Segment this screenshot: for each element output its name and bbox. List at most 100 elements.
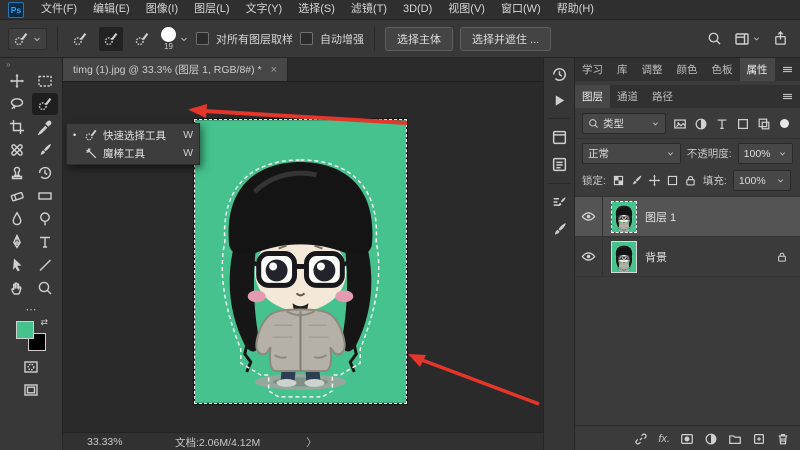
menu-image[interactable]: 图像(I) [138,0,186,19]
auto-enhance-checkbox[interactable] [300,32,313,45]
blend-mode-dropdown[interactable]: 正常 [582,143,681,164]
filter-type-layers-icon[interactable] [715,117,729,131]
filter-adjustment-layers-icon[interactable] [694,117,708,131]
tool-preset-picker[interactable] [8,28,47,50]
select-subject-button[interactable]: 选择主体 [385,27,453,51]
flyout-item-magic-wand[interactable]: 魔棒工具 W [67,144,199,162]
gradient-tool[interactable] [32,185,58,207]
panel-menu-icon[interactable] [781,90,800,103]
menu-view[interactable]: 视图(V) [440,0,493,19]
dodge-tool[interactable] [32,208,58,230]
brush-size-picker[interactable]: 19 [161,27,189,51]
tab-paths[interactable]: 路径 [645,85,680,108]
paragraph-panel-icon[interactable] [551,156,568,173]
new-selection-button[interactable] [68,27,92,51]
menu-layer[interactable]: 图层(L) [186,0,237,19]
fill-dropdown[interactable]: 100% [733,170,791,191]
tab-layers[interactable]: 图层 [575,85,610,108]
flyout-item-quick-selection[interactable]: • 快速选择工具 W [67,126,199,144]
share-icon[interactable] [773,31,788,46]
new-layer-icon[interactable] [752,432,766,446]
layer-name[interactable]: 背景 [645,249,667,265]
brushes-panel-icon[interactable] [551,221,568,238]
hand-tool[interactable] [4,277,30,299]
tab-color[interactable]: 颜色 [670,58,705,81]
layer-row-layer1[interactable]: 图层 1 [575,197,800,237]
character-panel-icon[interactable] [551,129,568,146]
add-to-selection-button[interactable] [99,27,123,51]
tab-libraries[interactable]: 库 [610,58,635,81]
blur-tool[interactable] [4,208,30,230]
close-icon[interactable]: × [271,64,277,76]
tab-learn[interactable]: 学习 [575,58,610,81]
menu-3d[interactable]: 3D(D) [395,0,440,19]
menu-select[interactable]: 选择(S) [290,0,343,19]
layer-thumbnail[interactable] [612,202,636,232]
menu-window[interactable]: 窗口(W) [493,0,549,19]
screen-mode-button[interactable] [23,382,39,398]
link-layers-icon[interactable] [634,432,648,446]
menu-help[interactable]: 帮助(H) [549,0,602,19]
lock-pixels-icon[interactable] [630,174,643,187]
tab-swatches[interactable]: 色板 [705,58,740,81]
search-icon[interactable] [707,31,722,46]
toolbar-collapse-handle[interactable]: » [0,61,10,68]
eyedropper-tool[interactable] [32,116,58,138]
adjustment-layer-icon[interactable] [704,432,718,446]
layer-filter-toggle[interactable] [780,119,789,128]
eraser-tool[interactable] [4,185,30,207]
move-tool[interactable] [4,70,30,92]
new-group-icon[interactable] [728,432,742,446]
filter-shape-layers-icon[interactable] [736,117,750,131]
clone-stamp-tool[interactable] [4,162,30,184]
opacity-dropdown[interactable]: 100% [738,143,793,164]
canvas-pasteboard[interactable]: • 快速选择工具 W 魔棒工具 W [63,82,543,432]
menu-file[interactable]: 文件(F) [33,0,85,19]
pen-tool[interactable] [4,231,30,253]
menu-filter[interactable]: 滤镜(T) [343,0,395,19]
type-tool[interactable] [32,231,58,253]
quick-mask-mode-button[interactable] [23,359,39,375]
lock-all-icon[interactable] [684,174,697,187]
layer-name[interactable]: 图层 1 [645,209,676,225]
layer-filter-type-dropdown[interactable]: 类型 [582,113,666,134]
quick-selection-tool[interactable] [32,93,58,115]
workspace-switcher[interactable] [734,31,761,47]
status-chevron[interactable]: 〉 [306,435,317,450]
layer-style-button[interactable]: fx. [658,433,670,445]
brush-tool[interactable] [32,139,58,161]
tab-properties[interactable]: 属性 [740,58,775,81]
menu-type[interactable]: 文字(Y) [238,0,291,19]
filter-pixel-layers-icon[interactable] [673,117,687,131]
add-layer-mask-icon[interactable] [680,432,694,446]
subtract-from-selection-button[interactable] [130,27,154,51]
layer-row-background[interactable]: 背景 [575,237,800,277]
foreground-color-swatch[interactable] [16,321,34,339]
canvas-image-with-selection[interactable] [194,119,407,404]
brush-settings-panel-icon[interactable] [551,194,568,211]
swap-colors-icon[interactable]: ⇄ [40,317,48,328]
layer-thumbnail[interactable] [612,242,636,272]
healing-brush-tool[interactable] [4,139,30,161]
visibility-toggle[interactable] [575,197,603,236]
actions-panel-icon[interactable] [552,93,567,108]
crop-tool[interactable] [4,116,30,138]
zoom-level-field[interactable]: 33.33% [87,436,147,448]
path-selection-tool[interactable] [4,254,30,276]
filter-smart-objects-icon[interactable] [757,117,771,131]
zoom-tool[interactable] [32,277,58,299]
menu-edit[interactable]: 编辑(E) [85,0,138,19]
select-and-mask-button[interactable]: 选择并遮住 ... [460,27,551,51]
lock-position-icon[interactable] [648,174,661,187]
sample-all-layers-checkbox[interactable] [196,32,209,45]
rectangular-marquee-tool[interactable] [32,70,58,92]
line-tool[interactable] [32,254,58,276]
lock-transparency-icon[interactable] [612,174,625,187]
lock-artboard-icon[interactable] [666,174,679,187]
lasso-tool[interactable] [4,93,30,115]
delete-layer-icon[interactable] [776,432,790,446]
edit-toolbar-button[interactable]: ⋯ [26,303,37,316]
document-tab[interactable]: timg (1).jpg @ 33.3% (图层 1, RGB/8#) * × [63,58,288,81]
tab-adjustments[interactable]: 调整 [635,58,670,81]
visibility-toggle[interactable] [575,237,603,276]
